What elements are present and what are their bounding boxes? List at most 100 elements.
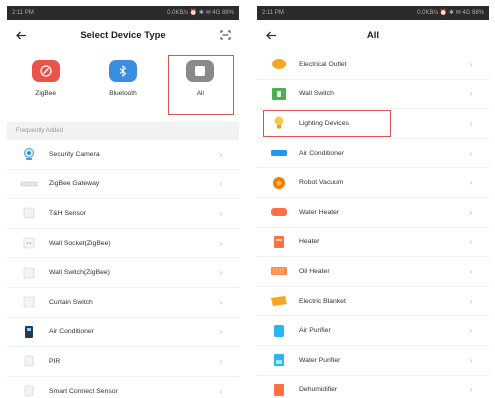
back-arrow-icon[interactable] xyxy=(13,27,29,43)
chevron-right-icon: › xyxy=(469,237,473,247)
electric-blanket-icon xyxy=(269,293,289,309)
status-indicators: 0.0KB/s ⏰ ✱ ✉ 4G 88% xyxy=(167,10,234,16)
chevron-right-icon: › xyxy=(469,178,473,188)
all-devices-list: Electrical Outlet › Wall Switch › Lighti… xyxy=(257,50,489,398)
chevron-right-icon: › xyxy=(219,327,223,337)
chevron-right-icon: › xyxy=(469,148,473,158)
chevron-right-icon: › xyxy=(219,238,223,248)
list-item[interactable]: PIR › xyxy=(7,347,239,377)
chevron-right-icon: › xyxy=(469,118,473,128)
list-item[interactable]: Electric Blanket › xyxy=(257,287,489,317)
curtain-switch-icon xyxy=(19,294,39,310)
item-label: Electric Blanket xyxy=(299,297,346,305)
chevron-right-icon: › xyxy=(219,386,223,396)
list-item[interactable]: Water Purifier › xyxy=(257,346,489,376)
item-label: Air Purifier xyxy=(299,327,331,335)
item-label: Curtain Switch xyxy=(49,298,93,306)
all-devices-screen: 2:11 PM 0.0KB/s ⏰ ✱ ✉ 4G 88% All Electri… xyxy=(257,6,489,398)
oil-heater-icon xyxy=(269,263,289,279)
item-label: Security Camera xyxy=(49,150,100,158)
dehumidifier-icon xyxy=(269,382,289,398)
list-item[interactable]: Water Heater › xyxy=(257,198,489,228)
app-bar: Select Device Type xyxy=(7,20,239,50)
list-item[interactable]: Robot Vacuum › xyxy=(257,168,489,198)
chevron-right-icon: › xyxy=(469,355,473,365)
item-label: Smart Connect Sensor xyxy=(49,387,118,395)
category-bluetooth[interactable]: Bluetooth xyxy=(93,60,153,97)
chevron-right-icon: › xyxy=(219,208,223,218)
item-label: Heater xyxy=(299,238,320,246)
security-camera-icon xyxy=(19,146,39,162)
chevron-right-icon: › xyxy=(219,356,223,366)
screenshot-pair: 2:11 PM 0.0KB/s ⏰ ✱ ✉ 4G 88% Select Devi… xyxy=(0,0,495,398)
item-label: Air Conditioner xyxy=(299,149,344,157)
list-item[interactable]: Smart Connect Sensor › xyxy=(7,377,239,398)
category-tabs: ZigBee Bluetooth All xyxy=(7,50,239,122)
item-label: Air Conditioner xyxy=(49,328,94,336)
page-title: Select Device Type xyxy=(80,29,166,41)
category-label: Bluetooth xyxy=(109,90,137,97)
list-item[interactable]: Dehumidifier › xyxy=(257,376,489,398)
item-label: Oil Heater xyxy=(299,267,330,275)
chevron-right-icon: › xyxy=(469,296,473,306)
water-purifier-icon xyxy=(269,352,289,368)
status-time: 2:11 PM xyxy=(12,10,34,16)
electrical-outlet-icon xyxy=(269,56,289,72)
item-label: Wall Switch xyxy=(299,90,334,98)
heater-icon xyxy=(269,234,289,250)
water-heater-icon xyxy=(269,204,289,220)
chevron-right-icon: › xyxy=(469,385,473,395)
scan-icon[interactable] xyxy=(217,27,233,43)
list-item[interactable]: Oil Heater › xyxy=(257,257,489,287)
zigbee-icon xyxy=(31,60,60,82)
list-item[interactable]: Wall Switch(ZigBee) › xyxy=(7,258,239,288)
air-conditioner-remote-icon xyxy=(19,324,39,340)
status-bar: 2:11 PM 0.0KB/s ⏰ ✱ ✉ 4G 88% xyxy=(257,6,489,20)
wall-socket-icon xyxy=(19,235,39,251)
highlight-box xyxy=(263,110,391,138)
list-item[interactable]: ZigBee Gateway › xyxy=(7,170,239,200)
item-label: ZigBee Gateway xyxy=(49,180,100,188)
robot-vacuum-icon xyxy=(269,175,289,191)
chevron-right-icon: › xyxy=(469,89,473,99)
chevron-right-icon: › xyxy=(219,149,223,159)
list-item[interactable]: Wall Socket(ZigBee) › xyxy=(7,229,239,259)
back-arrow-icon[interactable] xyxy=(263,27,279,43)
list-item[interactable]: Lighting Devices › xyxy=(257,109,489,139)
air-conditioner-icon xyxy=(269,145,289,161)
item-label: Wall Switch(ZigBee) xyxy=(49,269,110,277)
th-sensor-icon xyxy=(19,205,39,221)
list-item[interactable]: Air Conditioner › xyxy=(257,139,489,169)
item-label: Water Heater xyxy=(299,208,340,216)
list-item[interactable]: Security Camera › xyxy=(7,140,239,170)
category-zigbee[interactable]: ZigBee xyxy=(16,60,76,97)
air-purifier-icon xyxy=(269,323,289,339)
item-label: T&H Sensor xyxy=(49,209,87,217)
highlight-box xyxy=(168,55,234,115)
item-label: Wall Socket(ZigBee) xyxy=(49,239,111,247)
status-indicators: 0.0KB/s ⏰ ✱ ✉ 4G 88% xyxy=(417,10,484,16)
pir-icon xyxy=(19,353,39,369)
page-title: All xyxy=(366,29,380,41)
gateway-icon xyxy=(19,176,39,192)
select-device-type-screen: 2:11 PM 0.0KB/s ⏰ ✱ ✉ 4G 88% Select Devi… xyxy=(7,6,239,398)
chevron-right-icon: › xyxy=(469,207,473,217)
list-item[interactable]: Heater › xyxy=(257,228,489,258)
frequently-added-list: Security Camera › ZigBee Gateway › T&H S… xyxy=(7,140,239,398)
bluetooth-icon xyxy=(108,60,137,82)
chevron-right-icon: › xyxy=(219,268,223,278)
list-item[interactable]: Air Conditioner › xyxy=(7,318,239,348)
section-header: Frequently Added xyxy=(7,122,239,140)
item-label: Robot Vacuum xyxy=(299,179,344,187)
list-item[interactable]: Curtain Switch › xyxy=(7,288,239,318)
list-item[interactable]: T&H Sensor › xyxy=(7,199,239,229)
wall-switch-icon xyxy=(269,86,289,102)
list-item[interactable]: Wall Switch › xyxy=(257,80,489,110)
item-label: PIR xyxy=(49,357,61,365)
chevron-right-icon: › xyxy=(469,266,473,276)
wall-switch-zigbee-icon xyxy=(19,265,39,281)
connect-sensor-icon xyxy=(19,383,39,398)
list-item[interactable]: Air Purifier › xyxy=(257,316,489,346)
app-bar: All xyxy=(257,20,489,50)
list-item[interactable]: Electrical Outlet › xyxy=(257,50,489,80)
